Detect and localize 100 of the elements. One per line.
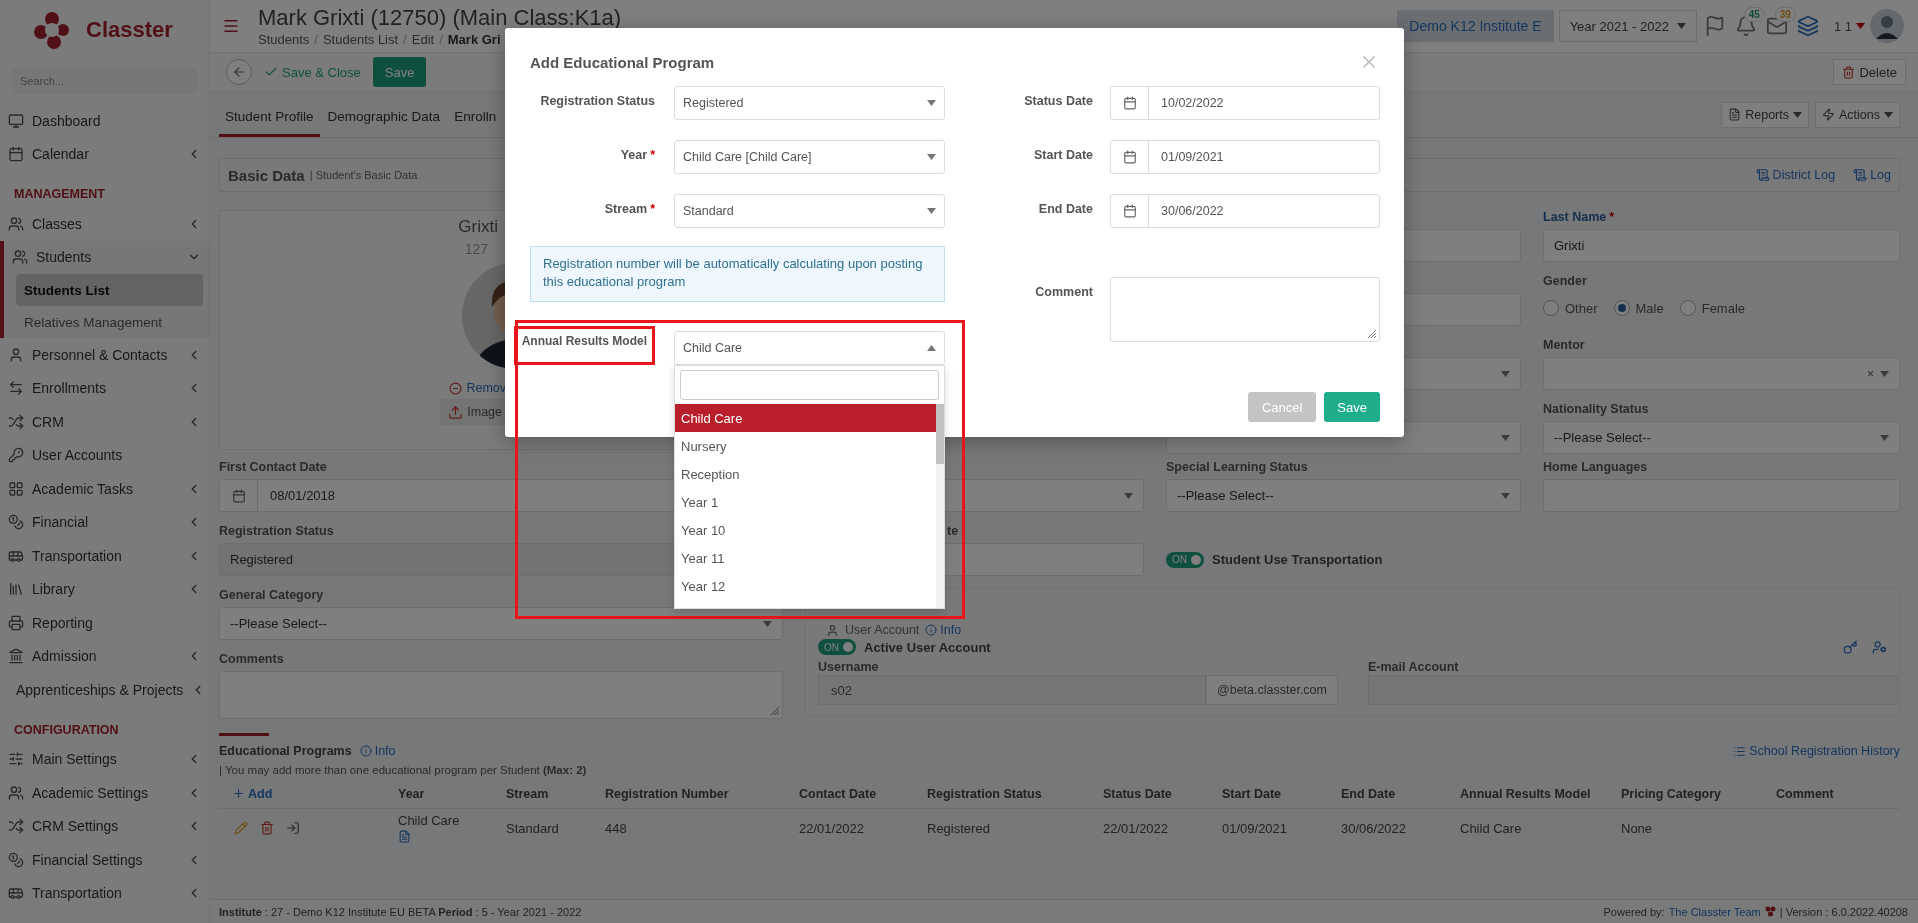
tab[interactable]: Enrolln bbox=[448, 109, 503, 137]
log-link[interactable]: Log bbox=[1853, 168, 1891, 182]
caret-icon bbox=[763, 620, 772, 627]
select-field[interactable]: Child Care [Child Care] bbox=[674, 140, 945, 174]
year-dropdown[interactable]: Year 2021 - 2022 bbox=[1558, 10, 1697, 42]
back-button[interactable] bbox=[226, 59, 252, 85]
breadcrumb-separator: / bbox=[403, 30, 407, 48]
select-field[interactable]: --Please Select-- bbox=[219, 607, 783, 640]
breadcrumb-link[interactable]: Students bbox=[258, 30, 310, 48]
nav-item[interactable]: Enrollments bbox=[0, 371, 209, 405]
menu-icon[interactable] bbox=[222, 17, 240, 35]
nav-item[interactable]: Academic Settings bbox=[0, 776, 209, 810]
save-close-button[interactable]: Save & Close bbox=[264, 64, 361, 80]
reports-button[interactable]: Reports bbox=[1721, 101, 1809, 128]
nav-item[interactable]: Reporting bbox=[0, 606, 209, 640]
table-cell-text: Child Care bbox=[398, 813, 461, 829]
key-icon[interactable] bbox=[1843, 639, 1858, 655]
page-title: Mark Grixti (12750) (Main Class:K1a) bbox=[258, 4, 622, 31]
nav-item[interactable]: Students bbox=[4, 240, 209, 274]
nav-subitem[interactable]: Students List bbox=[16, 274, 203, 306]
section-title: Basic Data bbox=[228, 166, 305, 184]
dropdown-search-field[interactable] bbox=[680, 370, 939, 400]
delete-button[interactable]: Delete bbox=[1833, 59, 1906, 85]
message-badge: 39 bbox=[1774, 7, 1796, 22]
nav-item[interactable]: Personnel & Contacts bbox=[0, 338, 209, 372]
tab[interactable]: Demographic Data bbox=[321, 109, 447, 137]
select-field[interactable]: Registered bbox=[674, 86, 945, 120]
bolt-icon bbox=[1822, 108, 1835, 121]
caret-icon bbox=[927, 100, 936, 106]
breadcrumb-separator: / bbox=[314, 30, 318, 48]
text-field[interactable]: Grixti bbox=[1543, 229, 1900, 262]
layers-icon[interactable] bbox=[1796, 15, 1819, 37]
breadcrumb-link[interactable]: Students List bbox=[322, 30, 399, 48]
user-settings-icon[interactable] bbox=[1872, 639, 1887, 655]
add-link[interactable]: Add bbox=[220, 786, 396, 801]
info-link[interactable]: Info bbox=[359, 744, 396, 758]
team-link[interactable]: The Classter Team bbox=[1668, 905, 1761, 918]
remove-link[interactable]: Remov bbox=[449, 381, 506, 395]
caret-icon bbox=[927, 208, 936, 214]
date-field[interactable]: 01/09/2021 bbox=[1110, 140, 1380, 174]
caret-icon bbox=[927, 154, 936, 160]
user-menu[interactable]: 1 1 bbox=[1833, 18, 1865, 34]
breadcrumb-link[interactable]: Mark Gri bbox=[447, 30, 501, 48]
district-log-link[interactable]: District Log bbox=[1755, 168, 1836, 182]
nav-item[interactable]: Calendar bbox=[0, 137, 209, 171]
nav-item[interactable]: Financial Settings bbox=[0, 843, 209, 877]
scroll-icon bbox=[1853, 168, 1868, 182]
toggle-label: Active User Account bbox=[864, 639, 991, 655]
nav-item[interactable]: Financial bbox=[0, 505, 209, 539]
clear-mark[interactable]: × bbox=[1867, 366, 1874, 381]
comment-field[interactable] bbox=[1110, 277, 1380, 342]
caret-icon bbox=[1501, 492, 1510, 499]
trash-icon[interactable] bbox=[260, 821, 274, 836]
radio-button[interactable] bbox=[1543, 300, 1559, 316]
nav-item[interactable]: CRM bbox=[0, 405, 209, 439]
nav-item[interactable]: Classes bbox=[0, 207, 209, 241]
dropdown-option[interactable]: Child Care bbox=[675, 404, 936, 432]
select-field[interactable]: --Please Select-- bbox=[1543, 421, 1900, 454]
image-button[interactable]: Image bbox=[440, 399, 506, 425]
login-icon[interactable] bbox=[286, 821, 300, 836]
date-field[interactable]: 10/02/2022 bbox=[1110, 86, 1380, 120]
scrollbar[interactable] bbox=[936, 404, 944, 608]
info-link[interactable]: Info bbox=[925, 623, 962, 637]
avatar-icon[interactable] bbox=[1870, 9, 1904, 43]
nav-item[interactable]: CRM Settings bbox=[0, 809, 209, 843]
nav-item[interactable]: Library bbox=[0, 572, 209, 606]
nav-subitem[interactable]: Relatives Management bbox=[16, 306, 203, 338]
tab[interactable]: Student Profile bbox=[219, 109, 320, 137]
nav-item[interactable]: Transportation bbox=[0, 876, 209, 910]
printer-icon bbox=[8, 614, 24, 631]
nav-item[interactable]: Academic Tasks bbox=[0, 472, 209, 506]
nav-item[interactable]: Admission bbox=[0, 639, 209, 673]
radio-button[interactable] bbox=[1613, 300, 1630, 316]
pencil-icon[interactable] bbox=[234, 821, 248, 836]
toggle-switch[interactable]: ON bbox=[818, 639, 856, 655]
field-label: Mentor bbox=[1543, 338, 1585, 352]
nav-item[interactable]: Dashboard bbox=[0, 104, 209, 138]
field-label: E-mail Account bbox=[1368, 660, 1459, 674]
select-field[interactable]: Standard bbox=[674, 194, 945, 228]
nav-item[interactable]: User Accounts bbox=[0, 438, 209, 472]
history-link[interactable]: School Registration History bbox=[1733, 744, 1900, 758]
select-field[interactable]: × bbox=[1543, 357, 1900, 390]
nav-item[interactable]: Transportation bbox=[0, 539, 209, 573]
username-field[interactable]: s02 bbox=[818, 675, 1207, 705]
textarea-field[interactable] bbox=[219, 671, 783, 719]
save-button[interactable]: Save bbox=[1324, 392, 1380, 422]
radio-button[interactable] bbox=[1679, 300, 1696, 316]
column-header: Registration Status bbox=[926, 780, 1102, 808]
nav-item[interactable]: Apprenticeships & Projects bbox=[0, 673, 209, 707]
select-field[interactable]: --Please Select-- bbox=[1166, 479, 1521, 512]
select-field[interactable]: Child Care bbox=[674, 331, 945, 365]
field-label: Start Date bbox=[1033, 148, 1093, 164]
field-label: Status Date bbox=[1024, 94, 1093, 110]
institute-button[interactable]: Demo K12 Institute E bbox=[1397, 10, 1554, 42]
date-field[interactable]: 30/06/2022 bbox=[1110, 194, 1380, 228]
actions-button[interactable]: Actions bbox=[1815, 101, 1900, 128]
nav-item[interactable]: Main Settings bbox=[0, 742, 209, 776]
save-button[interactable]: Save bbox=[372, 57, 427, 87]
toggle-switch[interactable]: ON bbox=[1166, 551, 1204, 568]
breadcrumb-link[interactable]: Edit bbox=[411, 30, 435, 48]
